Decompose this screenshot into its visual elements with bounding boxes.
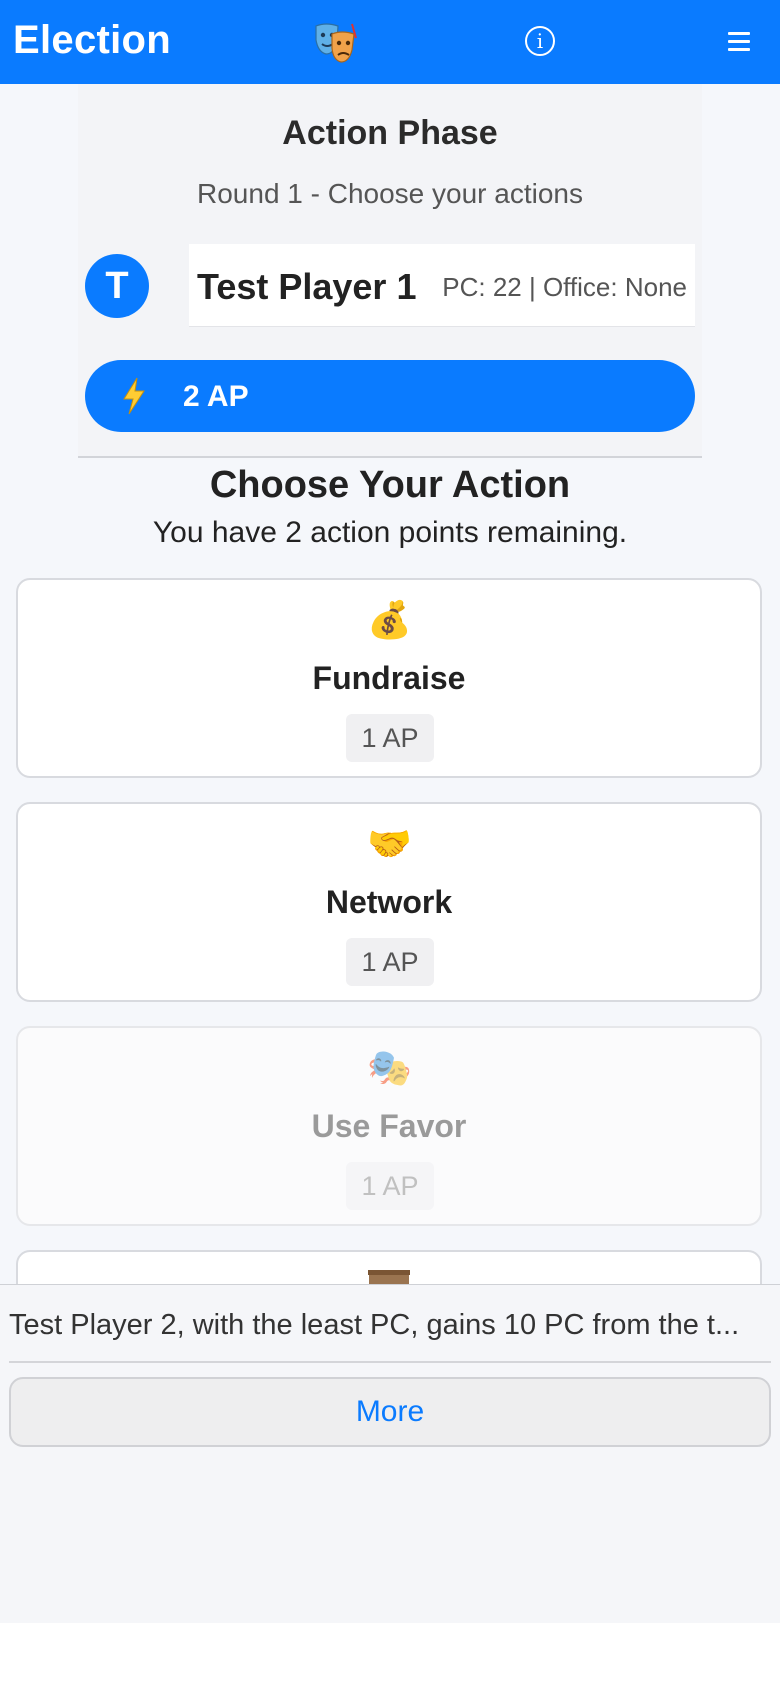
menu-button[interactable] [728,32,750,52]
info-icon: i [536,29,544,53]
top-bar: Election i [0,0,780,84]
more-button[interactable]: More [9,1377,771,1447]
handshake-icon: 🤝 [367,823,412,864]
action-cost-badge: 1 AP [346,714,434,762]
player-card: Test Player 1 PC: 22 | Office: None [189,244,695,327]
event-log-panel: Test Player 2, with the least PC, gains … [0,1284,780,1624]
menu-line [728,48,750,51]
menu-line [728,32,750,35]
action-points-value: 2 AP [183,380,249,413]
bottom-bar [0,1623,780,1688]
phase-title: Action Phase [282,114,498,152]
info-button[interactable]: i [525,26,555,56]
money-bag-icon: 💰 [367,599,412,640]
action-points-bar: 2 AP [85,360,695,432]
phase-subtitle: Round 1 - Choose your actions [197,178,583,209]
action-cost-badge: 1 AP [346,938,434,986]
menu-line [728,40,750,43]
player-stats: PC: 22 | Office: None [442,272,687,302]
avatar: T [85,254,149,318]
lightning-icon [123,377,145,415]
action-card-fundraise[interactable]: 💰 Fundraise 1 AP [16,578,762,778]
action-name: Fundraise [312,660,466,696]
action-card-use-favor: 🎭 Use Favor 1 AP [16,1026,762,1226]
player-name: Test Player 1 [197,266,417,307]
app-title: Election [13,18,171,62]
choose-action-title: Choose Your Action [209,464,571,506]
action-name: Use Favor [311,1108,467,1144]
action-name: Network [325,884,453,920]
event-log-text: Test Player 2, with the least PC, gains … [9,1309,740,1341]
choose-action-subtitle: You have 2 action points remaining. [152,516,628,549]
theater-masks-icon: 🎭 [367,1047,412,1088]
theater-masks-icon [315,23,357,63]
action-card-network[interactable]: 🤝 Network 1 AP [16,802,762,1002]
divider [9,1361,771,1363]
action-cost-badge: 1 AP [346,1162,434,1210]
